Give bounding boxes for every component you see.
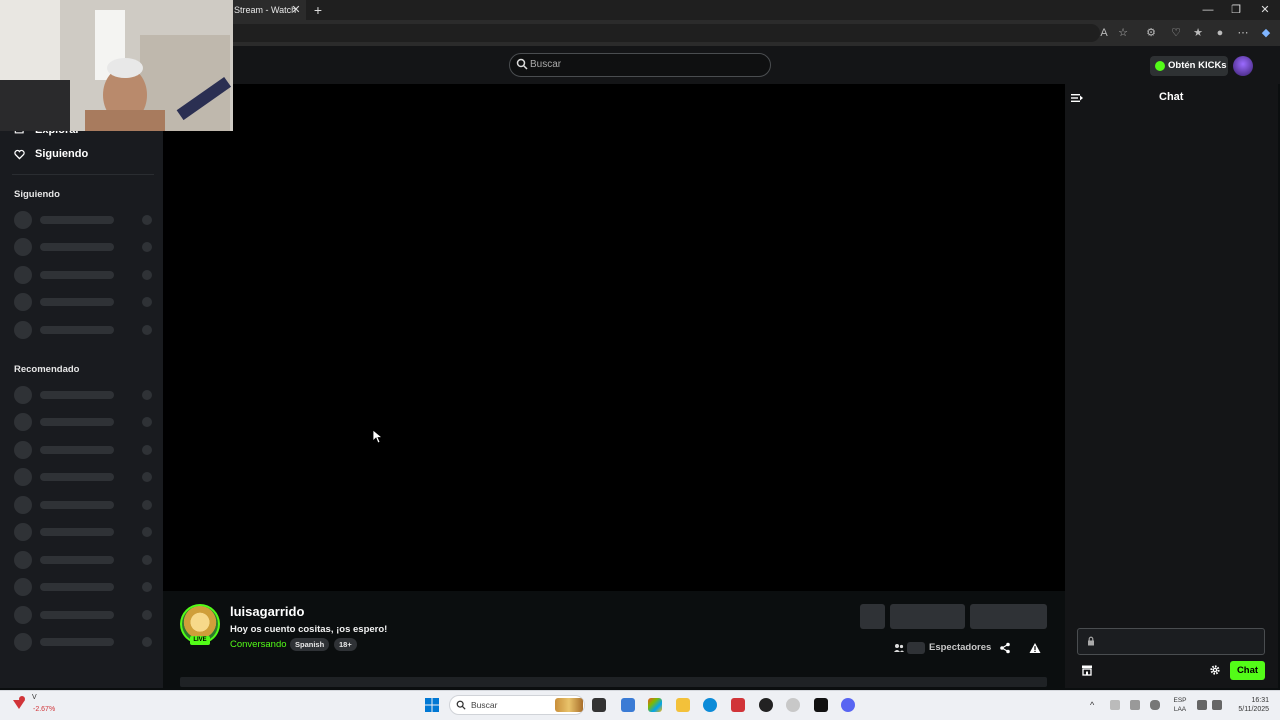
following-skeleton-row: [14, 238, 154, 256]
lock-icon: [1088, 636, 1094, 646]
new-tab-button[interactable]: +: [310, 0, 326, 20]
heart-icon: [14, 149, 25, 160]
recommended-skeleton-row: [14, 578, 154, 596]
taskbar-search-label: Buscar: [471, 700, 498, 710]
microphone-icon[interactable]: [1150, 700, 1160, 710]
file-explorer-icon[interactable]: [676, 698, 690, 712]
chat-send-button[interactable]: Chat: [1230, 661, 1265, 680]
tag-mature[interactable]: 18+: [334, 638, 357, 651]
browser-essentials-icon[interactable]: ♡: [1168, 25, 1184, 41]
share-icon[interactable]: [999, 642, 1011, 654]
streamer-name[interactable]: luisagarrido: [230, 604, 304, 619]
edge-browser-icon[interactable]: [703, 698, 717, 712]
close-window-button[interactable]: ✕: [1250, 0, 1280, 20]
chat-collapse-icon[interactable]: [1070, 91, 1084, 105]
stock-widget-label: V: [32, 694, 37, 701]
recommended-skeleton-row: [14, 633, 154, 651]
viewers-icon: [894, 644, 904, 652]
capcut-icon[interactable]: [814, 698, 828, 712]
wps-office-icon[interactable]: [731, 698, 745, 712]
tab-close-icon[interactable]: ✕: [288, 0, 304, 20]
chat-title: Chat: [1159, 91, 1184, 103]
horizontal-scrollbar[interactable]: [180, 677, 1047, 687]
read-aloud-icon[interactable]: A: [1096, 25, 1112, 41]
volume-icon[interactable]: [1212, 700, 1222, 710]
viewers-label: Espectadores: [929, 642, 992, 653]
action-button-skeleton: [860, 604, 885, 629]
task-view-icon[interactable]: [592, 698, 606, 712]
stream-title: Hoy os cuento cositas, ¡os espero!: [230, 624, 388, 635]
chat-message-input[interactable]: [1077, 628, 1265, 655]
obs-studio-icon[interactable]: [759, 698, 773, 712]
following-skeleton-row: [14, 321, 154, 339]
search-placeholder: Buscar: [530, 59, 562, 70]
recommended-skeleton-row: [14, 441, 154, 459]
windows-start-icon[interactable]: [425, 698, 439, 712]
recommended-header: Recomendado: [14, 364, 80, 375]
restore-button[interactable]: ❐: [1221, 0, 1251, 20]
app-circle-icon[interactable]: [786, 698, 800, 712]
tray-sync-icon[interactable]: [1130, 700, 1140, 710]
gear-icon[interactable]: [1209, 664, 1221, 676]
action-button-skeleton: [970, 604, 1047, 629]
search-icon: [456, 700, 466, 710]
following-skeleton-row: [14, 293, 154, 311]
following-header: Siguiendo: [14, 189, 60, 200]
viewer-count-skeleton: [907, 642, 925, 654]
webcam-overlay-image: [0, 0, 233, 131]
discord-icon[interactable]: [841, 698, 855, 712]
tray-app-icon[interactable]: [1110, 700, 1120, 710]
recommended-skeleton-row: [14, 606, 154, 624]
network-icon[interactable]: [1197, 700, 1207, 710]
notepad-icon[interactable]: [621, 698, 635, 712]
user-avatar[interactable]: [1233, 56, 1253, 76]
recommended-skeleton-row: [14, 413, 154, 431]
recommended-skeleton-row: [14, 496, 154, 514]
kicks-icon: [1155, 61, 1165, 71]
following-skeleton-row: [14, 266, 154, 284]
minimize-button[interactable]: —: [1193, 0, 1223, 20]
taskbar-clock[interactable]: 16:31 5/11/2025: [1229, 696, 1269, 714]
favorite-star-icon[interactable]: ☆: [1115, 25, 1131, 41]
store-icon[interactable]: [1081, 664, 1093, 676]
sidebar-item-following[interactable]: Siguiendo: [35, 148, 88, 160]
tray-overflow-icon[interactable]: ^: [1090, 700, 1100, 710]
mouse-cursor-icon: [373, 430, 383, 444]
copilot-app-icon[interactable]: [648, 698, 662, 712]
recommended-skeleton-row: [14, 551, 154, 569]
stock-widget-change: -2.67%: [33, 706, 56, 713]
action-button-skeleton: [890, 604, 965, 629]
profile-icon[interactable]: ●: [1212, 25, 1228, 41]
chat-panel: [1065, 84, 1278, 688]
following-skeleton-row: [14, 211, 154, 229]
video-player[interactable]: [163, 84, 1065, 591]
favorites-icon[interactable]: ★: [1190, 25, 1206, 41]
recommended-skeleton-row: [14, 523, 154, 541]
warning-icon[interactable]: [1029, 642, 1041, 654]
sidebar-divider: [12, 174, 154, 175]
stream-category[interactable]: Conversando: [230, 639, 287, 650]
tag-language[interactable]: Spanish: [290, 638, 330, 651]
search-icon: [516, 58, 528, 70]
recommended-skeleton-row: [14, 468, 154, 486]
more-menu-icon[interactable]: ⋯: [1235, 25, 1251, 41]
recommended-skeleton-row: [14, 386, 154, 404]
copilot-icon[interactable]: ◆: [1258, 25, 1274, 41]
keyboard-language[interactable]: ESP LAA: [1170, 696, 1190, 714]
get-kicks-label: Obtén KICKs: [1168, 60, 1227, 71]
live-badge: LIVE: [190, 636, 210, 645]
stock-widget-icon[interactable]: [12, 696, 26, 710]
windows-taskbar: [0, 690, 1280, 720]
extensions-icon[interactable]: ⚙: [1143, 25, 1159, 41]
search-highlight-icon: [555, 698, 583, 712]
